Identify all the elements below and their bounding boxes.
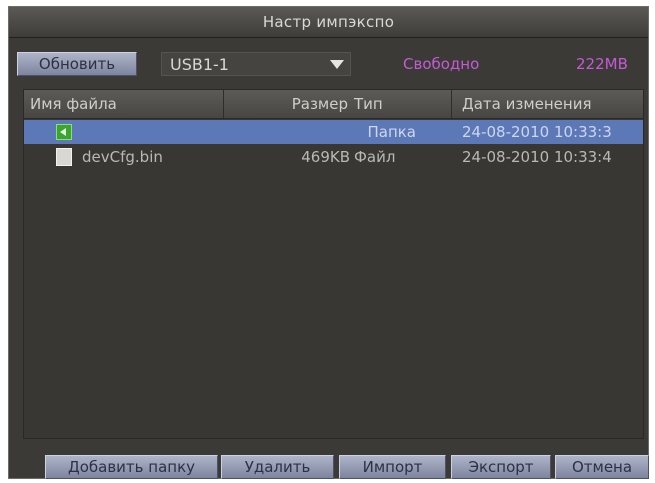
file-type: Папка: [367, 123, 416, 141]
refresh-button[interactable]: Обновить: [17, 52, 137, 76]
file-list-header: Имя файла Размер Тип Дата изменения: [24, 90, 643, 119]
free-space-label: Свободно: [403, 55, 480, 73]
cancel-button[interactable]: Отмена: [555, 455, 649, 479]
free-space-value: 222MB: [576, 55, 628, 73]
delete-button[interactable]: Удалить: [221, 455, 334, 479]
import-export-window: Настр импэкспо Обновить USB1-1 Свободно …: [8, 6, 649, 479]
window-title: Настр импэкспо: [262, 13, 395, 31]
file-date: 24-08-2010 10:33:3: [462, 123, 612, 141]
file-name: devCfg.bin: [82, 148, 163, 166]
column-header-name[interactable]: Имя файла: [24, 90, 224, 118]
file-size: 469KB: [301, 148, 350, 166]
column-header-date[interactable]: Дата изменения: [452, 90, 645, 118]
file-name: [82, 120, 232, 144]
device-select-value: USB1-1: [170, 54, 229, 74]
column-header-size[interactable]: Размер: [224, 90, 352, 118]
folder-up-icon: [56, 124, 72, 140]
title-bar: Настр импэкспо: [9, 7, 648, 38]
table-row[interactable]: devCfg.bin 469KB Файл 24-08-2010 10:33:4: [24, 145, 643, 169]
add-folder-button[interactable]: Добавить папку: [45, 455, 218, 479]
toolbar: Обновить USB1-1 Свободно 222MB: [9, 47, 648, 76]
device-select[interactable]: USB1-1: [161, 52, 351, 76]
dropdown-arrow-icon[interactable]: [330, 60, 344, 69]
icon-cell: [54, 120, 74, 144]
table-row[interactable]: Папка 24-08-2010 10:33:3: [24, 120, 643, 144]
action-bar: Добавить папку Удалить Импорт Экспорт От…: [9, 453, 649, 479]
file-size: [224, 120, 350, 144]
file-type: Файл: [354, 148, 396, 166]
export-button[interactable]: Экспорт: [451, 455, 551, 479]
icon-cell: [54, 145, 74, 169]
import-button[interactable]: Импорт: [339, 455, 446, 479]
file-icon: [56, 148, 72, 166]
column-header-type[interactable]: Тип: [352, 90, 452, 118]
file-date: 24-08-2010 10:33:4: [462, 148, 612, 166]
file-list[interactable]: Имя файла Размер Тип Дата изменения Папк…: [23, 89, 644, 439]
